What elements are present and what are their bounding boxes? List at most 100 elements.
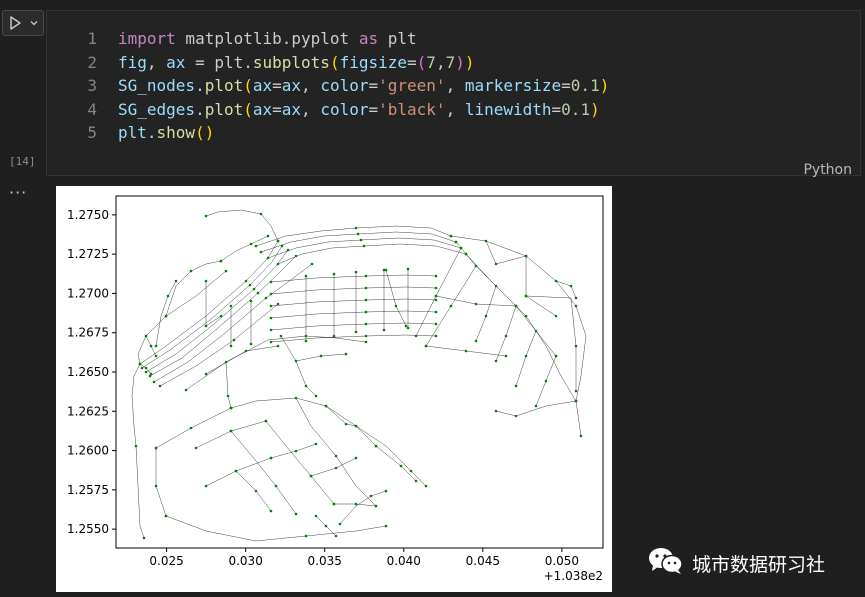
network-node bbox=[449, 234, 453, 238]
network-edge bbox=[205, 281, 222, 327]
y-tick-label: 1.2725 bbox=[67, 247, 109, 261]
operator: = bbox=[368, 99, 379, 119]
network-node bbox=[356, 232, 360, 236]
network-node bbox=[504, 334, 508, 338]
network-node bbox=[154, 354, 158, 358]
network-node bbox=[474, 264, 478, 268]
network-node bbox=[249, 342, 253, 346]
network-edge bbox=[155, 448, 167, 517]
network-node bbox=[414, 479, 418, 483]
network-node bbox=[354, 226, 358, 230]
network-node bbox=[354, 456, 358, 460]
network-node bbox=[314, 442, 318, 446]
run-cell-button[interactable] bbox=[2, 10, 44, 36]
bracket: ) bbox=[590, 99, 600, 119]
network-edge bbox=[270, 298, 437, 307]
network-node bbox=[154, 484, 158, 488]
network-node bbox=[259, 250, 263, 254]
network-edge bbox=[145, 249, 289, 373]
network-node bbox=[184, 388, 188, 392]
bracket: ( bbox=[416, 52, 427, 72]
code-line-2: 2 fig, ax = plt. subplots(figsize =(7, 7)) bbox=[47, 51, 609, 75]
network-edge bbox=[270, 334, 437, 343]
network-node bbox=[204, 214, 208, 218]
network-node bbox=[314, 514, 318, 518]
watermark-text: 城市数据研习社 bbox=[692, 553, 826, 576]
network-edge bbox=[225, 361, 232, 409]
network-node bbox=[449, 304, 453, 308]
y-tick-label: 1.2750 bbox=[67, 208, 109, 222]
language-label[interactable]: Python bbox=[803, 162, 852, 178]
network-edge bbox=[255, 225, 452, 247]
network-node bbox=[534, 329, 538, 333]
play-icon[interactable] bbox=[3, 11, 27, 35]
code-cell[interactable]: 1 import matplotlib.pyplot as plt 2 fig, a… bbox=[46, 10, 861, 178]
bracket: ( bbox=[243, 76, 253, 96]
identifier: fig bbox=[118, 52, 147, 72]
number: 0.1 bbox=[561, 99, 591, 119]
network-node bbox=[319, 354, 323, 358]
network-node bbox=[554, 314, 558, 318]
network-node bbox=[154, 446, 158, 450]
network-node bbox=[229, 406, 233, 410]
network-node bbox=[309, 474, 313, 478]
network-node bbox=[338, 522, 342, 526]
number: 7 bbox=[445, 52, 456, 72]
network-edge bbox=[415, 247, 462, 337]
line-number: 3 bbox=[87, 76, 97, 96]
execution-count: [14] bbox=[9, 155, 36, 168]
output-menu-icon[interactable]: ··· bbox=[9, 183, 27, 202]
line-number: 5 bbox=[87, 123, 97, 143]
network-node bbox=[494, 262, 498, 266]
network-edge bbox=[525, 295, 577, 391]
punctuation: , bbox=[435, 52, 446, 72]
punctuation: , bbox=[301, 99, 321, 119]
code-line-4: 4 SG_edges. plot(ax = ax, color ='black', lin… bbox=[47, 98, 609, 122]
network-node bbox=[382, 328, 386, 332]
network-node bbox=[294, 449, 298, 453]
network-node bbox=[269, 304, 273, 308]
network-node bbox=[394, 304, 398, 308]
network-node bbox=[524, 254, 528, 258]
network-node bbox=[364, 322, 368, 326]
network-node bbox=[144, 334, 148, 338]
network-node bbox=[232, 338, 236, 342]
bracket: ) bbox=[464, 52, 475, 72]
network-node bbox=[332, 334, 336, 338]
network-node bbox=[276, 344, 280, 348]
network-edge bbox=[220, 235, 269, 262]
chevron-down-icon[interactable] bbox=[27, 11, 41, 35]
network-edge bbox=[235, 470, 272, 512]
identifier: ax bbox=[166, 52, 186, 72]
network-node bbox=[269, 292, 273, 296]
network-node bbox=[269, 316, 273, 320]
network-node bbox=[424, 484, 428, 488]
network-node bbox=[574, 304, 578, 308]
watermark: 城市数据研习社 bbox=[648, 546, 825, 580]
network-node bbox=[344, 352, 348, 356]
network-node bbox=[229, 304, 233, 308]
network-node bbox=[269, 509, 273, 513]
string: 'black' bbox=[378, 99, 446, 119]
network-node bbox=[219, 314, 223, 318]
parameter: color bbox=[320, 76, 369, 96]
network-node bbox=[569, 284, 573, 288]
network-node bbox=[374, 504, 378, 508]
network-node bbox=[504, 354, 508, 358]
network-node bbox=[354, 424, 358, 428]
function-name: plot bbox=[204, 99, 244, 119]
code-editor[interactable]: 1 import matplotlib.pyplot as plt 2 fig, a… bbox=[47, 27, 609, 145]
network-node bbox=[229, 344, 233, 348]
network-node bbox=[514, 414, 518, 418]
network-node bbox=[334, 454, 338, 458]
axes-frame bbox=[115, 195, 604, 549]
operator: = bbox=[272, 99, 282, 119]
network-edge bbox=[525, 256, 557, 317]
network-edge bbox=[230, 430, 297, 515]
network-edge bbox=[165, 260, 222, 317]
network-edge bbox=[270, 322, 437, 331]
network-node bbox=[144, 370, 148, 374]
network-node bbox=[364, 286, 368, 290]
network-edge bbox=[495, 305, 517, 362]
network-node bbox=[454, 240, 458, 244]
